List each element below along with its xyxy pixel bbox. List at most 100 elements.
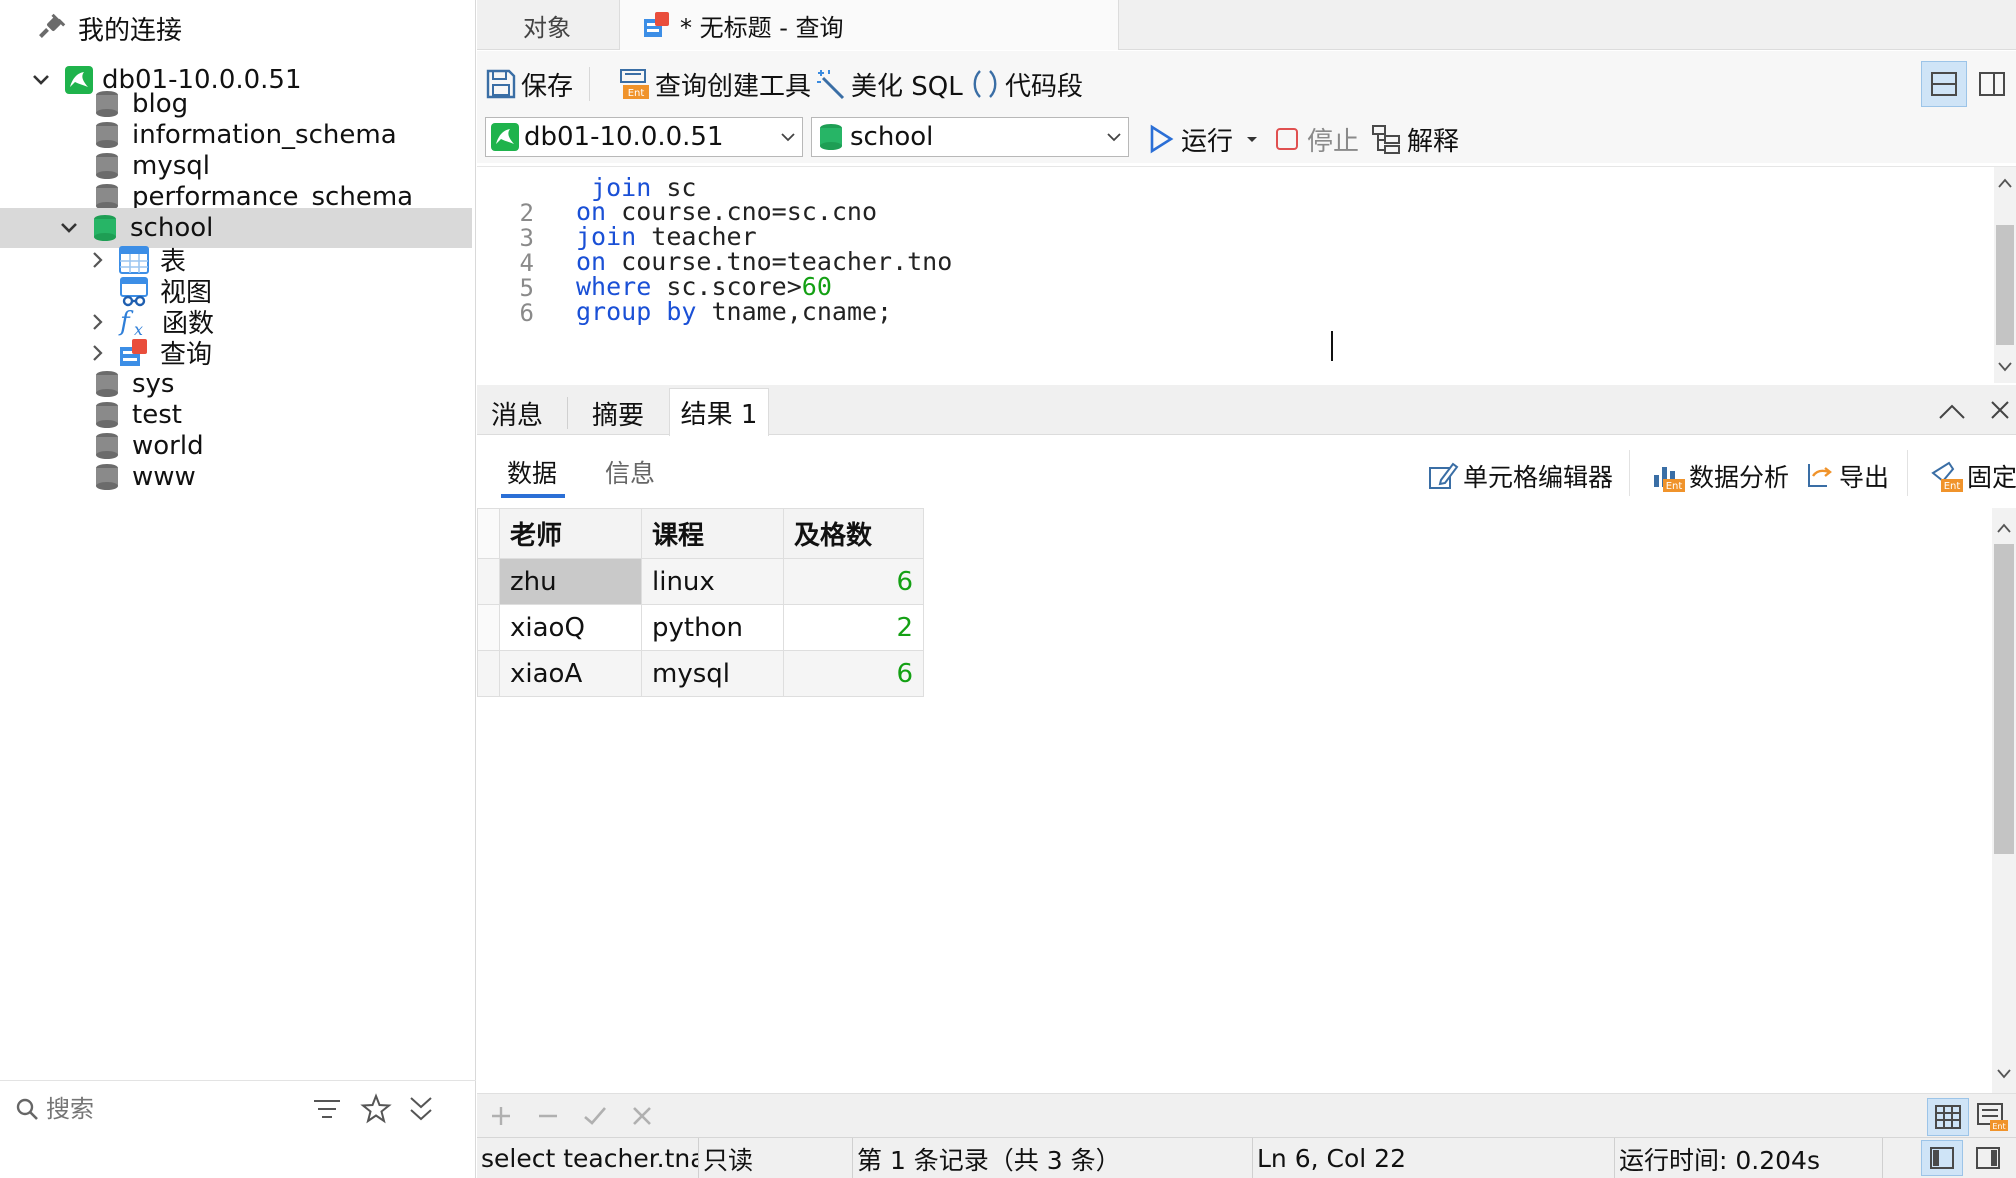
tab-summary-label: 摘要	[591, 400, 644, 431]
panel-right-toggle[interactable]	[1967, 1140, 2009, 1176]
export-button[interactable]: 导出	[1803, 458, 1889, 494]
data-analysis-button[interactable]: Ent 数据分析	[1651, 458, 1789, 494]
cell-teacher[interactable]: xiaoQ	[499, 604, 642, 651]
connection-bar: db01-10.0.0.51 school 运行 停止 解释	[477, 117, 2016, 163]
run-button[interactable]: 运行	[1147, 119, 1261, 159]
code-snippet-button[interactable]: 代码段	[969, 63, 1083, 105]
column-header-course[interactable]: 课程	[641, 508, 784, 559]
chevron-down-icon	[774, 129, 802, 145]
grid-view-toggle[interactable]	[1927, 1098, 1969, 1136]
cell-course[interactable]: mysql	[641, 650, 784, 697]
cell-teacher[interactable]: zhu	[499, 558, 642, 605]
chevron-down-icon[interactable]	[58, 217, 80, 239]
save-label: 保存	[521, 71, 574, 102]
add-record-button[interactable]	[485, 1100, 517, 1132]
tree-db-www[interactable]: www	[0, 457, 472, 497]
collapse-up-icon[interactable]	[1937, 401, 1967, 421]
cell-pass-count[interactable]: 2	[783, 604, 924, 651]
cell-pass-count[interactable]: 6	[783, 650, 924, 697]
database-select[interactable]: school	[811, 117, 1129, 157]
cell-course[interactable]: python	[641, 604, 784, 651]
layout-horizontal-toggle[interactable]	[1921, 61, 1967, 107]
column-header-pass-count[interactable]: 及格数	[783, 508, 924, 559]
grid-vertical-scrollbar[interactable]	[1992, 508, 2016, 1093]
tab-objects[interactable]: 对象	[477, 0, 617, 50]
magic-wand-icon	[817, 70, 845, 100]
table-row[interactable]: xiaoQ python 2	[477, 604, 924, 651]
save-button[interactable]: 保存	[485, 63, 573, 105]
query-builder-label: 查询创建工具	[655, 71, 812, 102]
row-selector[interactable]	[477, 558, 500, 605]
chevron-right-icon[interactable]	[86, 342, 108, 364]
panel-left-icon	[1930, 1147, 1954, 1169]
tree-root-my-connections[interactable]: 我的连接	[0, 8, 472, 48]
panel-left-toggle[interactable]	[1921, 1140, 1963, 1176]
tab-messages[interactable]: 消息	[477, 391, 557, 435]
split-vertical-icon	[1979, 72, 2005, 96]
line-number-gutter: 23456	[477, 167, 542, 383]
beautify-sql-button[interactable]: 美化 SQL	[815, 63, 963, 105]
code-line[interactable]: group by tname,cname;	[576, 297, 892, 326]
row-selector[interactable]	[477, 650, 500, 697]
sql-editor[interactable]: 23456 join sc on course.cno=sc.cno join te…	[477, 166, 2016, 383]
row-selector[interactable]	[477, 604, 500, 651]
pin-button[interactable]: Ent 固定	[1929, 458, 2016, 494]
stop-button[interactable]: 停止	[1273, 119, 1359, 159]
grid-view-icon	[1935, 1105, 1961, 1129]
form-view-toggle[interactable]: Ent	[1971, 1098, 2013, 1136]
document-tab-strip: 对象 * 无标题 - 查询	[477, 0, 2016, 50]
tab-messages-label: 消息	[490, 400, 543, 431]
form-view-icon: Ent	[1977, 1103, 2008, 1131]
query-builder-button[interactable]: Ent 查询创建工具	[617, 63, 811, 105]
close-icon[interactable]	[1989, 399, 2011, 421]
svg-text:Ent: Ent	[1944, 481, 1961, 492]
query-builder-icon: Ent	[620, 69, 649, 99]
split-horizontal-icon	[1931, 72, 1957, 96]
status-bar: select teacher.tname 只读 第 1 条记录（共 3 条） L…	[477, 1137, 2016, 1178]
cell-editor-button[interactable]: 单元格编辑器	[1427, 458, 1613, 494]
svg-text:Ent: Ent	[1992, 1122, 2005, 1131]
column-header-teacher[interactable]: 老师	[499, 508, 642, 559]
tab-untitled-query[interactable]: * 无标题 - 查询	[619, 0, 1119, 50]
run-label: 运行	[1181, 126, 1234, 157]
scroll-up-icon[interactable]	[1998, 177, 2012, 189]
grid-scrollbar-thumb[interactable]	[1994, 544, 2014, 854]
export-label: 导出	[1839, 463, 1890, 492]
cell-course[interactable]: linux	[641, 558, 784, 605]
chevron-right-icon[interactable]	[86, 311, 108, 333]
sidebar-search-input[interactable]	[46, 1094, 276, 1123]
star-icon[interactable]	[360, 1092, 392, 1125]
caret-down-icon[interactable]	[1243, 130, 1261, 148]
panel-right-icon	[1976, 1147, 2000, 1169]
discard-changes-button[interactable]	[626, 1100, 658, 1132]
layout-vertical-toggle[interactable]	[1969, 61, 2015, 107]
cell-pass-count[interactable]: 6	[783, 558, 924, 605]
stop-label: 停止	[1307, 126, 1360, 157]
editor-scrollbar-thumb[interactable]	[1996, 225, 2014, 345]
filter-icon[interactable]	[312, 1096, 342, 1122]
table-row[interactable]: zhu linux 6	[477, 558, 924, 605]
apply-changes-button[interactable]	[579, 1100, 611, 1132]
subtab-info[interactable]: 信息	[605, 454, 655, 490]
chevron-right-icon[interactable]	[86, 249, 108, 271]
scroll-down-icon[interactable]	[1998, 361, 2012, 373]
scroll-down-icon[interactable]	[1997, 1068, 2011, 1080]
result-grid: 老师 课程 及格数 zhu linux 6 xiaoQ python 2 xiaoA mysq…	[477, 508, 924, 697]
code-snippet-label: 代码段	[1005, 71, 1084, 102]
tab-result-1[interactable]: 结果 1	[669, 388, 769, 436]
search-icon	[16, 1098, 38, 1120]
cell-teacher[interactable]: xiaoA	[499, 650, 642, 697]
explain-button[interactable]: 解释	[1371, 119, 1459, 159]
subtab-data[interactable]: 数据	[507, 454, 557, 490]
editor-scrollbar[interactable]	[1994, 167, 2016, 383]
delete-record-button[interactable]	[532, 1100, 564, 1132]
scroll-up-icon[interactable]	[1997, 522, 2011, 534]
tab-summary[interactable]: 摘要	[573, 391, 663, 435]
connection-select[interactable]: db01-10.0.0.51	[485, 117, 803, 157]
tool-separator	[1629, 450, 1630, 496]
collapse-all-icon[interactable]	[406, 1094, 436, 1124]
table-row[interactable]: xiaoA mysql 6	[477, 650, 924, 697]
tree-db-label: www	[132, 462, 196, 493]
parentheses-icon	[973, 70, 997, 98]
